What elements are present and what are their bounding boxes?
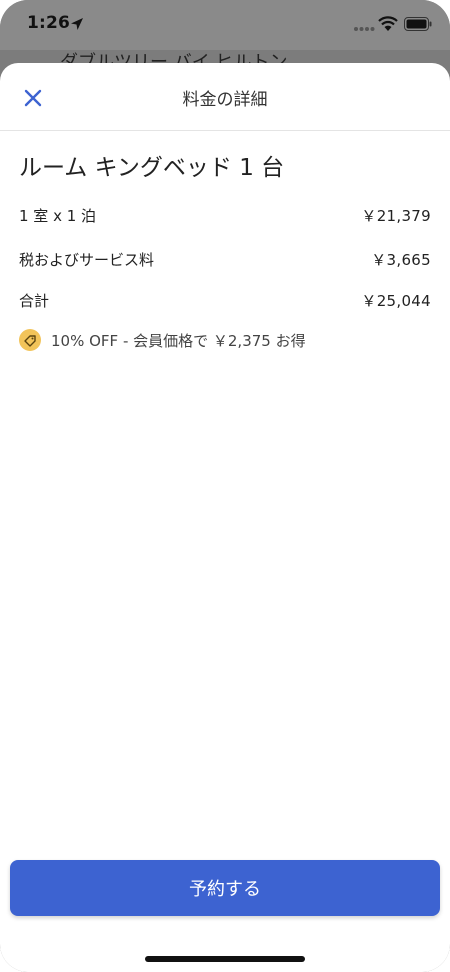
price-row-value: ￥21,379: [361, 207, 431, 225]
reserve-button[interactable]: 予約する: [10, 860, 440, 916]
price-details-sheet: 料金の詳細 ルーム キングベッド 1 台 1 室 x 1 泊 ￥21,379 税…: [0, 63, 450, 972]
phone-screen: 1:26 ダブルツリー バイ ヒルトン: [0, 0, 450, 972]
member-discount: 10% OFF - 会員価格で ￥2,375 お得: [19, 329, 306, 351]
price-row-value: ￥3,665: [371, 251, 431, 269]
battery-icon: [404, 17, 432, 31]
home-indicator: [145, 956, 305, 962]
status-bar: 1:26: [0, 0, 450, 50]
price-row-total: 合計 ￥25,044: [19, 290, 431, 311]
sheet-title: 料金の詳細: [182, 90, 268, 110]
room-title: ルーム キングベッド 1 台: [19, 155, 285, 181]
wifi-icon: [378, 16, 398, 31]
discount-text: 10% OFF - 会員価格で ￥2,375 お得: [51, 331, 306, 350]
price-row-label: 合計: [19, 292, 50, 310]
price-row-label: 1 室 x 1 泊: [19, 207, 97, 225]
location-arrow-icon: [71, 18, 83, 30]
status-time: 1:26: [27, 13, 71, 33]
price-row-tax: 税およびサービス料 ￥3,665: [19, 249, 431, 270]
price-row-room: 1 室 x 1 泊 ￥21,379: [19, 205, 431, 226]
price-row-label: 税およびサービス料: [19, 251, 155, 269]
sheet-header: 料金の詳細: [0, 63, 450, 131]
price-row-value: ￥25,044: [361, 292, 431, 310]
price-tag-icon: [19, 329, 41, 351]
cellular-signal-icon: [354, 27, 375, 31]
